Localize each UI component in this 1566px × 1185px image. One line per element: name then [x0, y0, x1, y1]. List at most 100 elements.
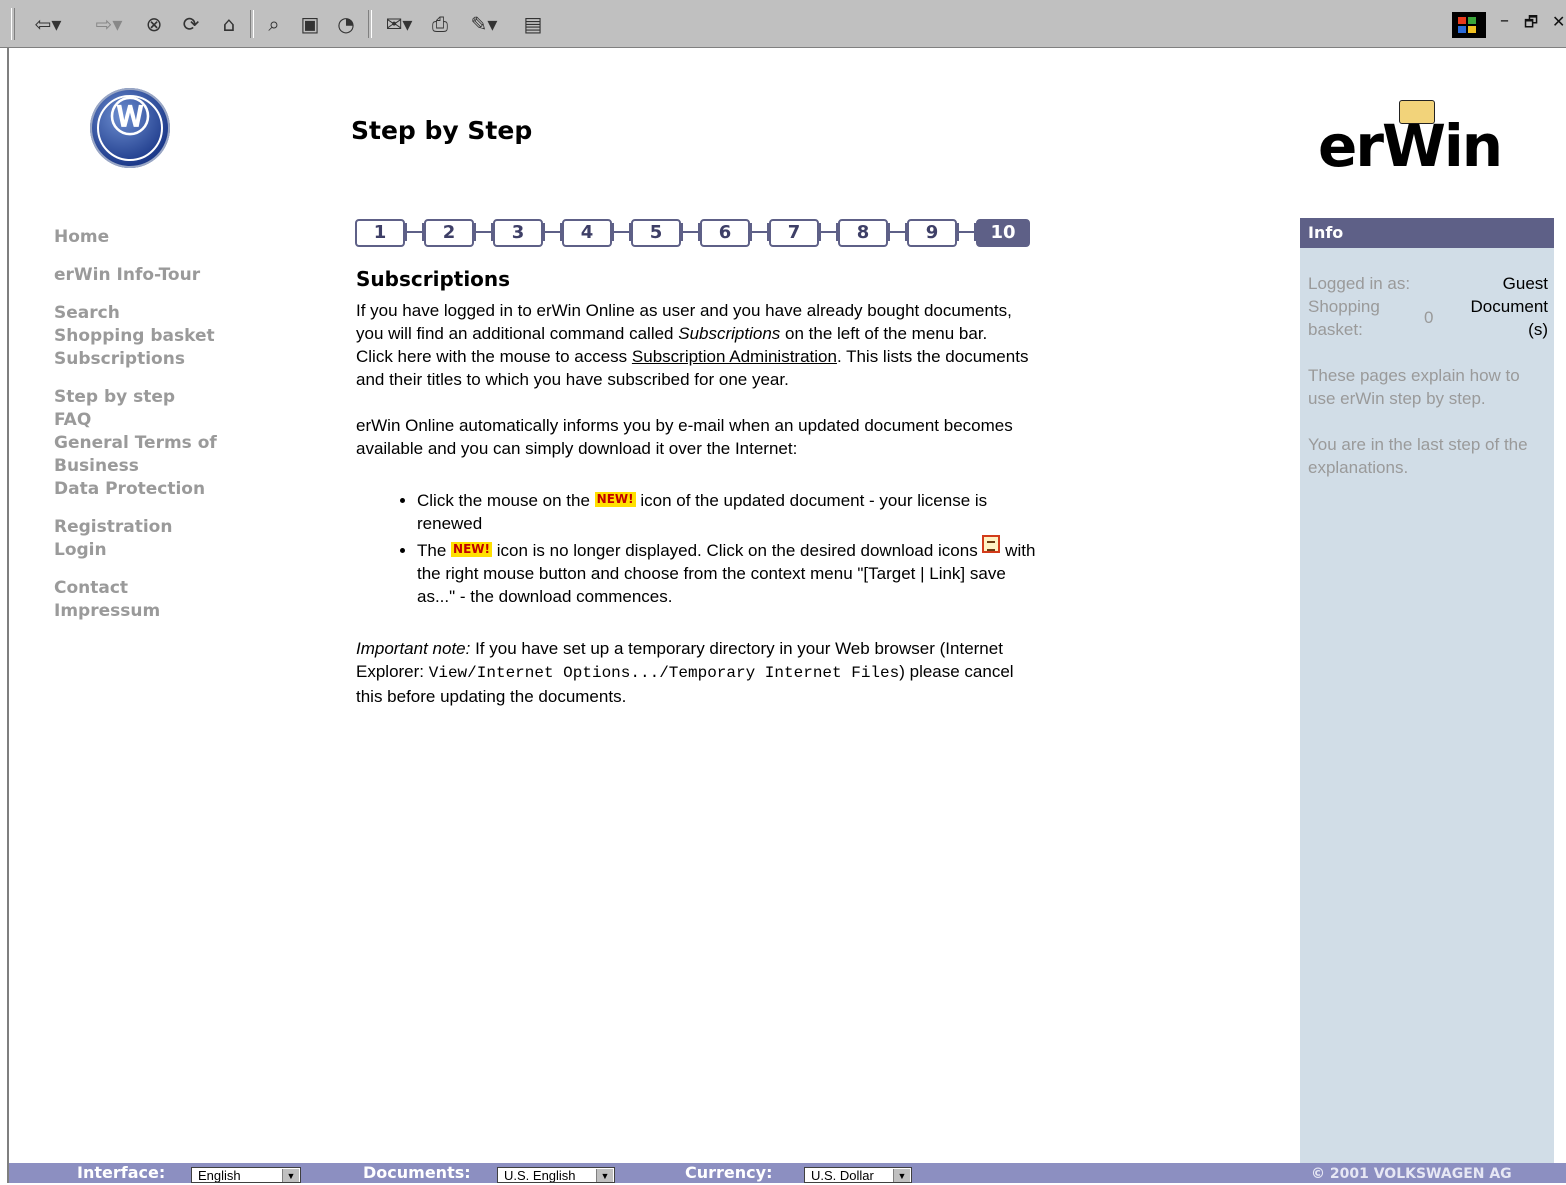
step-button-10-active[interactable]: 10 [976, 219, 1030, 247]
emphasis-text: Important note: [356, 639, 471, 658]
volkswagen-logo[interactable]: Ⓦ [90, 88, 170, 168]
step-button-6[interactable]: 6 [700, 219, 750, 247]
nav-subscriptions[interactable]: Subscriptions [54, 348, 264, 371]
currency-select[interactable]: U.S. Dollar ▼ [804, 1167, 912, 1183]
text-span: Click the mouse on the [417, 491, 595, 510]
nav-contact[interactable]: Contact [54, 577, 264, 600]
search-icon[interactable]: ⌕ [260, 12, 288, 36]
info-panel-title: Info [1300, 218, 1554, 248]
restore-icon[interactable]: 🗗 [1524, 12, 1538, 37]
page-frame-edge [7, 48, 9, 1183]
nav-registration[interactable]: Registration [54, 516, 264, 539]
nav-group: Step by step FAQ General Terms of Busine… [54, 386, 264, 501]
step-connector [405, 223, 424, 241]
minimize-icon[interactable]: – [1500, 10, 1509, 31]
important-note: Important note: If you have set up a tem… [356, 637, 1036, 708]
forward-arrow-icon[interactable]: ⇨▾ [86, 12, 132, 36]
history-icon[interactable]: ◔ [332, 12, 360, 36]
nav-general-terms-cont[interactable]: Business [54, 455, 264, 478]
step-button-9[interactable]: 9 [907, 219, 957, 247]
info-text: You are in the last step of the explanat… [1308, 435, 1528, 477]
subscription-admin-link[interactable]: Subscription Administration [632, 347, 837, 366]
nav-data-protection[interactable]: Data Protection [54, 478, 264, 501]
step-connector [474, 223, 493, 241]
step-button-2[interactable]: 2 [424, 219, 474, 247]
basket-label: Shopping basket: [1308, 297, 1380, 339]
step-button-8[interactable]: 8 [838, 219, 888, 247]
download-icon [982, 535, 1001, 553]
erwin-logo[interactable]: erWin [1318, 113, 1503, 179]
list-item: The NEW! icon is no longer displayed. Cl… [417, 535, 1036, 608]
basket-row: Shopping basket: 0 Document (s) [1308, 295, 1548, 341]
refresh-icon[interactable]: ⟳ [178, 12, 204, 36]
chevron-down-icon[interactable]: ▼ [282, 1169, 299, 1182]
step-connector [888, 223, 907, 241]
main-content: Subscriptions If you have logged in to e… [356, 268, 1036, 708]
print-icon[interactable]: ⎙ [426, 12, 454, 36]
step-button-5[interactable]: 5 [631, 219, 681, 247]
back-arrow-icon[interactable]: ⇦▾ [30, 12, 66, 36]
code-text: View/Internet Options.../Temporary Inter… [428, 664, 900, 682]
discuss-icon[interactable]: ▤ [520, 12, 546, 36]
nav-faq[interactable]: FAQ [54, 409, 264, 432]
section-heading: Subscriptions [356, 267, 511, 291]
chevron-down-icon[interactable]: ▼ [596, 1169, 613, 1182]
step-connector [750, 223, 769, 241]
step-button-4[interactable]: 4 [562, 219, 612, 247]
left-nav: Home erWin Info-Tour Search Shopping bas… [54, 226, 264, 638]
basket-unit: Document (s) [1470, 297, 1548, 339]
windows-logo-icon [1452, 12, 1486, 38]
mail-icon[interactable]: ✉▾ [380, 12, 418, 36]
info-text: These pages explain how to use erWin ste… [1308, 366, 1520, 408]
text-span: Click here with the mouse to access [356, 347, 632, 366]
text-span: icon is no longer displayed. Click on th… [491, 541, 983, 560]
text-span: on the left of the menu bar. [780, 324, 988, 343]
text-span: The [417, 541, 452, 560]
close-icon[interactable]: ✕ [1552, 12, 1565, 31]
toolbar-grip[interactable] [11, 8, 15, 40]
nav-group: Search Shopping basket Subscriptions [54, 302, 264, 371]
toolbar-separator [368, 10, 372, 38]
nav-step-by-step[interactable]: Step by step [54, 386, 264, 409]
nav-group: Registration Login [54, 516, 264, 562]
step-button-1[interactable]: 1 [355, 219, 405, 247]
nav-general-terms[interactable]: General Terms of [54, 432, 264, 455]
email-paragraph: erWin Online automatically informs you b… [356, 416, 1013, 458]
chevron-down-icon[interactable]: ▼ [893, 1169, 910, 1182]
step-button-7[interactable]: 7 [769, 219, 819, 247]
nav-login[interactable]: Login [54, 539, 264, 562]
step-button-3[interactable]: 3 [493, 219, 543, 247]
toolbar-separator [250, 10, 254, 38]
copyright-text: © 2001 VOLKSWAGEN AG [1311, 1166, 1512, 1182]
nav-info-tour[interactable]: erWin Info-Tour [54, 264, 264, 287]
nav-group: Contact Impressum [54, 577, 264, 623]
step-connector [957, 223, 976, 241]
step-connector [543, 223, 562, 241]
step-connector [681, 223, 700, 241]
nav-search[interactable]: Search [54, 302, 264, 325]
edit-icon[interactable]: ✎▾ [462, 12, 506, 36]
documents-select-value: U.S. English [504, 1168, 576, 1183]
nav-impressum[interactable]: Impressum [54, 600, 264, 623]
new-badge-icon: NEW! [594, 492, 636, 507]
emphasis-text: Subscriptions [678, 324, 781, 343]
home-icon[interactable]: ⌂ [214, 12, 244, 36]
list-item: Click the mouse on the NEW! icon of the … [417, 489, 1036, 535]
instruction-list: Click the mouse on the NEW! icon of the … [356, 489, 1036, 608]
interface-select[interactable]: English ▼ [191, 1167, 301, 1183]
logged-in-row: Logged in as: Guest [1308, 272, 1548, 295]
nav-group: erWin Info-Tour [54, 264, 264, 287]
favorites-icon[interactable]: ▣ [296, 12, 324, 36]
nav-home[interactable]: Home [54, 226, 264, 249]
logo-mark: Ⓦ [110, 95, 150, 141]
currency-select-value: U.S. Dollar [811, 1168, 874, 1183]
step-connector [819, 223, 838, 241]
stop-icon[interactable]: ⊗ [140, 12, 168, 36]
browser-toolbar: ⇦▾ ⇨▾ ⊗ ⟳ ⌂ ⌕ ▣ ◔ ✉▾ ⎙ ✎▾ ▤ – 🗗 ✕ [0, 0, 1566, 48]
nav-group: Home [54, 226, 264, 249]
documents-select[interactable]: U.S. English ▼ [497, 1167, 615, 1183]
nav-shopping-basket[interactable]: Shopping basket [54, 325, 264, 348]
new-badge-icon: NEW! [451, 542, 492, 557]
page-title: Step by Step [351, 116, 533, 145]
